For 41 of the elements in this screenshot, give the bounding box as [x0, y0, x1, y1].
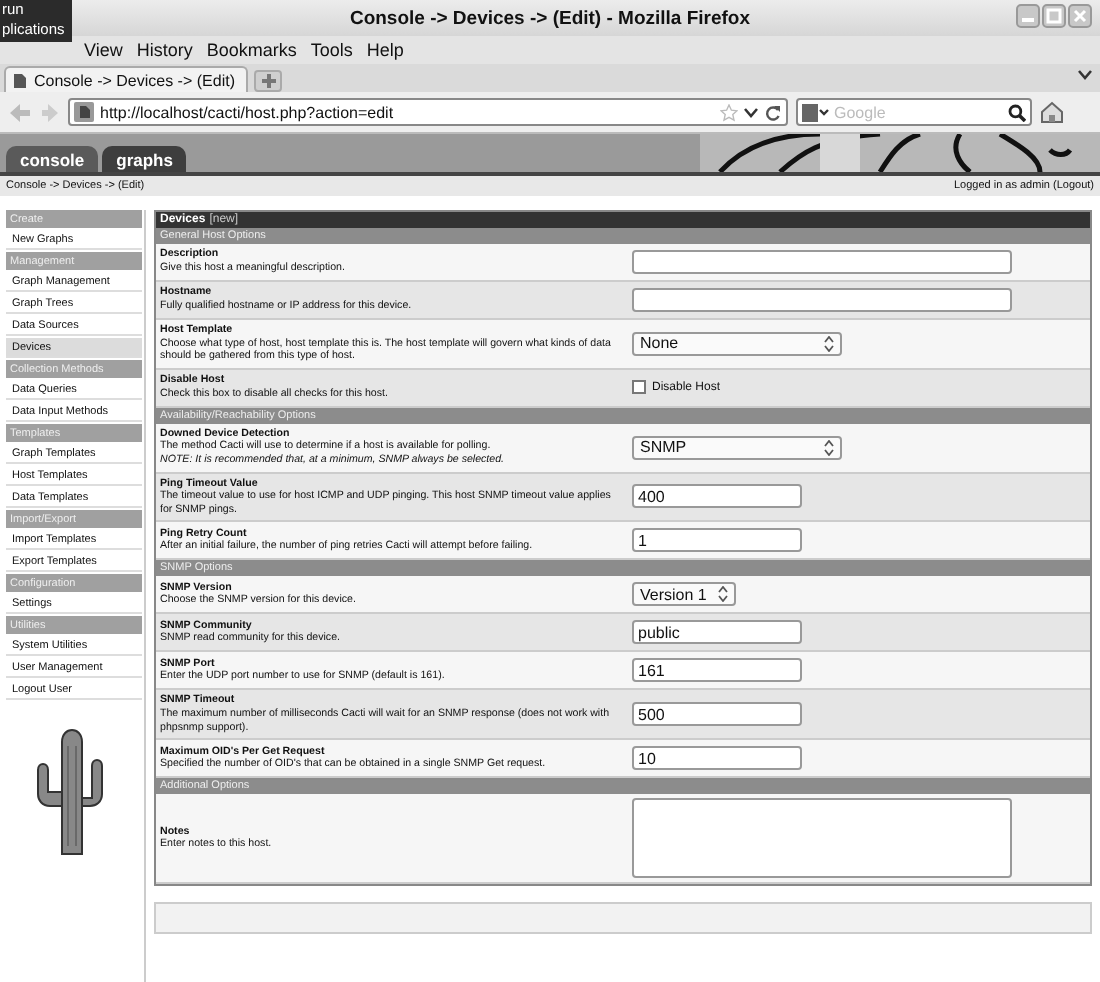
dropdown[interactable]: None: [632, 331, 842, 356]
input-field[interactable]: 10: [632, 746, 802, 771]
menu-item[interactable]: Help: [366, 40, 404, 60]
menu-item[interactable]: Tools: [310, 40, 353, 60]
chevron-down-icon[interactable]: [1078, 70, 1092, 80]
back-arrow-icon[interactable]: [8, 101, 32, 123]
minimize-icon[interactable]: [1016, 4, 1040, 28]
browser-tab[interactable]: Console -> Devices -> (Edit): [4, 66, 248, 92]
input-field[interactable]: public: [632, 620, 802, 645]
input-field[interactable]: [632, 288, 1012, 312]
window-title: Console -> Devices -> (Edit) - Mozilla Firefox: [349, 7, 751, 29]
checkbox[interactable]: [632, 380, 646, 395]
app-tab[interactable]: graphs: [102, 146, 187, 172]
input-field[interactable]: 500: [632, 702, 802, 727]
reload-icon[interactable]: [764, 103, 782, 121]
notes-field[interactable]: [632, 798, 1012, 879]
maximize-icon[interactable]: [1042, 4, 1066, 28]
chevron-down-icon[interactable]: [744, 107, 758, 117]
updown-icon: [718, 586, 729, 603]
new-tab-button[interactable]: [254, 70, 282, 92]
updown-icon: [824, 335, 834, 352]
input-field[interactable]: 1: [632, 528, 802, 553]
search-engine-icon[interactable]: [802, 103, 830, 121]
close-icon[interactable]: [1068, 4, 1092, 28]
input-field[interactable]: 400: [632, 484, 802, 509]
menu-item[interactable]: Bookmarks: [206, 40, 297, 60]
search-icon[interactable]: [1008, 103, 1026, 121]
app-tab[interactable]: console: [6, 146, 99, 172]
input-field[interactable]: [632, 250, 1012, 274]
address-bar[interactable]: http://localhost/cacti/host.php?action=edit: [68, 98, 788, 126]
page-icon: [12, 71, 28, 89]
star-icon[interactable]: [720, 103, 738, 121]
home-icon[interactable]: [1040, 100, 1064, 124]
menu-item[interactable]: View: [84, 40, 123, 60]
menu-item[interactable]: History: [136, 40, 193, 60]
plus-icon: [261, 74, 275, 88]
input-field[interactable]: 161: [632, 658, 802, 683]
updown-icon: [824, 439, 834, 456]
dropdown[interactable]: SNMP: [632, 435, 842, 460]
dropdown[interactable]: Version 1: [632, 582, 737, 607]
page-icon: [74, 102, 94, 122]
